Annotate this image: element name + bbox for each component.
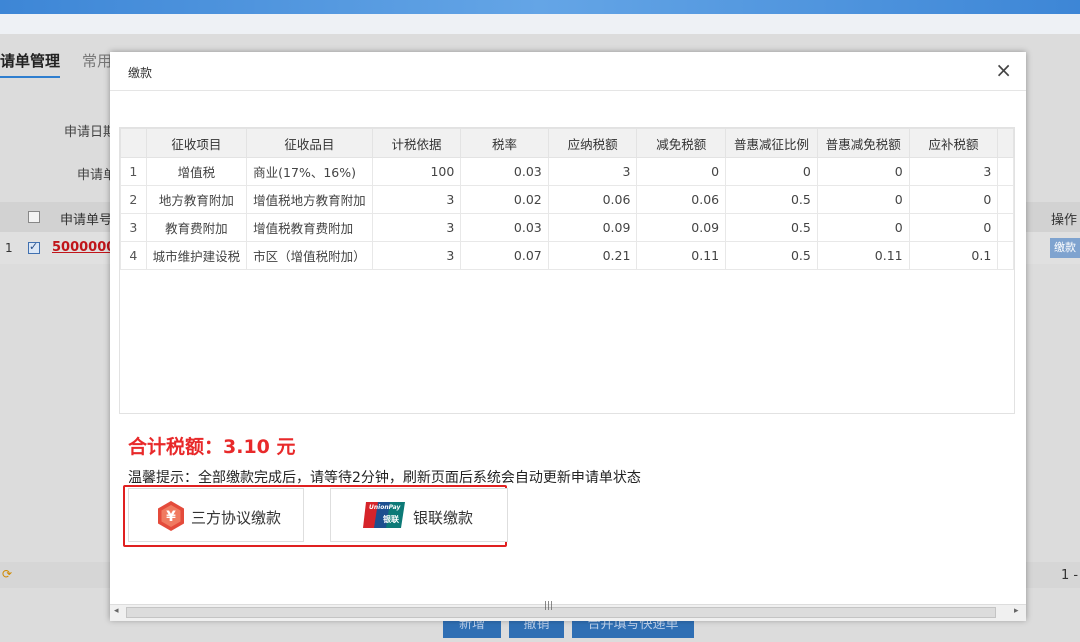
cell-relief: 0 — [636, 157, 727, 186]
cell-spacer — [997, 213, 1014, 242]
column-header-operation: 操作 — [1051, 213, 1078, 228]
cell-ratio: 0.5 — [725, 241, 818, 270]
app-subheader — [0, 14, 1080, 34]
table-row[interactable]: 4 城市维护建设税 市区（增值税附加） 3 0.07 0.21 0.11 0.5… — [120, 241, 1014, 270]
column-header-ratio: 普惠减征比例 — [725, 128, 818, 158]
cell-spacer — [997, 241, 1014, 270]
column-header-index — [120, 128, 147, 158]
refresh-icon[interactable]: ⟳ — [2, 567, 12, 581]
tripartite-payment-button[interactable]: ¥ 三方协议缴款 — [128, 488, 304, 542]
column-header-item: 征收项目 — [145, 128, 248, 158]
table-row[interactable]: 1 增值税 商业(17%、16%) 100 0.03 3 0 0 0 3 — [120, 157, 1014, 186]
cell-payable: 0.21 — [547, 241, 638, 270]
cell-basis: 3 — [371, 241, 462, 270]
cell-pu-relief: 0 — [816, 185, 910, 214]
pay-row-button[interactable]: 缴款 — [1050, 238, 1080, 258]
unionpay-logo-text: UnionPay — [369, 504, 401, 511]
total-tax-amount: 合计税额：3.10 元 — [128, 436, 296, 458]
payment-tip: 温馨提示：全部缴款完成后，请等待2分钟，刷新页面后系统会自动更新申请单状态 — [128, 470, 641, 486]
cell-basis: 100 — [371, 157, 462, 186]
tab-common[interactable]: 常用 — [82, 50, 112, 71]
cell-category: 增值税教育费附加 — [246, 213, 373, 242]
cell-item: 城市维护建设税 — [145, 241, 248, 270]
select-all-checkbox[interactable] — [28, 211, 40, 223]
scroll-left-icon[interactable]: ◂ — [114, 606, 119, 616]
cell-rate: 0.07 — [460, 241, 549, 270]
cell-category: 增值税地方教育附加 — [246, 185, 373, 214]
cell-due: 0 — [908, 185, 999, 214]
row-index: 1 — [5, 241, 13, 255]
column-header-payable: 应纳税额 — [547, 128, 638, 158]
scrollbar-grip-icon: ||| — [544, 601, 554, 611]
column-header-category: 征收品目 — [246, 128, 373, 158]
cell-payable: 3 — [547, 157, 638, 186]
cell-item: 地方教育附加 — [145, 185, 248, 214]
yuan-hexagon-icon: ¥ — [155, 500, 187, 535]
tripartite-payment-label: 三方协议缴款 — [191, 509, 282, 527]
cell-due: 0.1 — [908, 241, 999, 270]
cell-rate: 0.02 — [460, 185, 549, 214]
column-header-request-no: 申请单号 — [60, 213, 113, 228]
scroll-right-icon[interactable]: ▸ — [1014, 606, 1019, 616]
app-header-bar — [0, 0, 1080, 14]
cell-item: 增值税 — [145, 157, 248, 186]
column-header-pu-relief: 普惠减免税额 — [816, 128, 910, 158]
row-index: 1 — [120, 157, 147, 186]
cell-category: 商业(17%、16%) — [246, 157, 373, 186]
scrollbar-thumb[interactable] — [126, 607, 996, 618]
cell-due: 3 — [908, 157, 999, 186]
column-header-due: 应补税额 — [908, 128, 999, 158]
cell-item: 教育费附加 — [145, 213, 248, 242]
unionpay-payment-button[interactable]: UnionPay 银联 银联缴款 — [330, 488, 508, 542]
cell-pu-relief: 0.11 — [816, 241, 910, 270]
tax-table-header-row: 征收项目 征收品目 计税依据 税率 应纳税额 减免税额 普惠减征比例 普惠减免税… — [120, 128, 1014, 158]
cell-spacer — [997, 185, 1014, 214]
cell-ratio: 0.5 — [725, 213, 818, 242]
dialog-header: 缴款 × — [110, 52, 1026, 91]
column-header-basis: 计税依据 — [371, 128, 462, 158]
payment-dialog: 缴款 × 征收项目 征收品目 计税依据 税率 应纳税额 减免税额 普惠减征比例 — [110, 52, 1026, 621]
unionpay-logo-cn: 银联 — [383, 515, 399, 524]
row-index: 3 — [120, 213, 147, 242]
form-label-date: 申请日期 — [64, 125, 117, 140]
row-index: 2 — [120, 185, 147, 214]
cell-payable: 0.06 — [547, 185, 638, 214]
tax-table-container: 征收项目 征收品目 计税依据 税率 应纳税额 减免税额 普惠减征比例 普惠减免税… — [119, 127, 1015, 414]
cell-ratio: 0 — [725, 157, 818, 186]
cell-basis: 3 — [371, 185, 462, 214]
row-index: 4 — [120, 241, 147, 270]
cell-ratio: 0.5 — [725, 185, 818, 214]
close-icon[interactable]: × — [995, 60, 1012, 80]
cell-relief: 0.06 — [636, 185, 727, 214]
tax-table: 征收项目 征收品目 计税依据 税率 应纳税额 减免税额 普惠减征比例 普惠减免税… — [120, 128, 1014, 270]
cell-spacer — [997, 157, 1014, 186]
tab-request-management[interactable]: 请单管理 — [0, 50, 61, 78]
dialog-horizontal-scrollbar[interactable]: ◂ ||| ▸ — [110, 601, 1026, 621]
row-checkbox[interactable] — [28, 240, 40, 254]
column-header-spacer — [997, 128, 1014, 158]
svg-text:¥: ¥ — [166, 509, 176, 525]
column-header-rate: 税率 — [460, 128, 549, 158]
cell-due: 0 — [908, 213, 999, 242]
cell-relief: 0.11 — [636, 241, 727, 270]
unionpay-logo-icon: UnionPay 银联 — [363, 502, 405, 528]
cell-relief: 0.09 — [636, 213, 727, 242]
dialog-title: 缴款 — [128, 66, 153, 80]
cell-rate: 0.03 — [460, 213, 549, 242]
cell-rate: 0.03 — [460, 157, 549, 186]
table-row[interactable]: 3 教育费附加 增值税教育费附加 3 0.03 0.09 0.09 0.5 0 … — [120, 213, 1014, 242]
cell-pu-relief: 0 — [816, 213, 910, 242]
cell-pu-relief: 0 — [816, 157, 910, 186]
unionpay-payment-label: 银联缴款 — [413, 509, 474, 527]
cell-basis: 3 — [371, 213, 462, 242]
cell-category: 市区（增值税附加） — [246, 241, 373, 270]
pager-text: 1 - — [1061, 568, 1079, 583]
cell-payable: 0.09 — [547, 213, 638, 242]
column-header-relief: 减免税额 — [636, 128, 727, 158]
table-row[interactable]: 2 地方教育附加 增值税地方教育附加 3 0.02 0.06 0.06 0.5 … — [120, 185, 1014, 214]
